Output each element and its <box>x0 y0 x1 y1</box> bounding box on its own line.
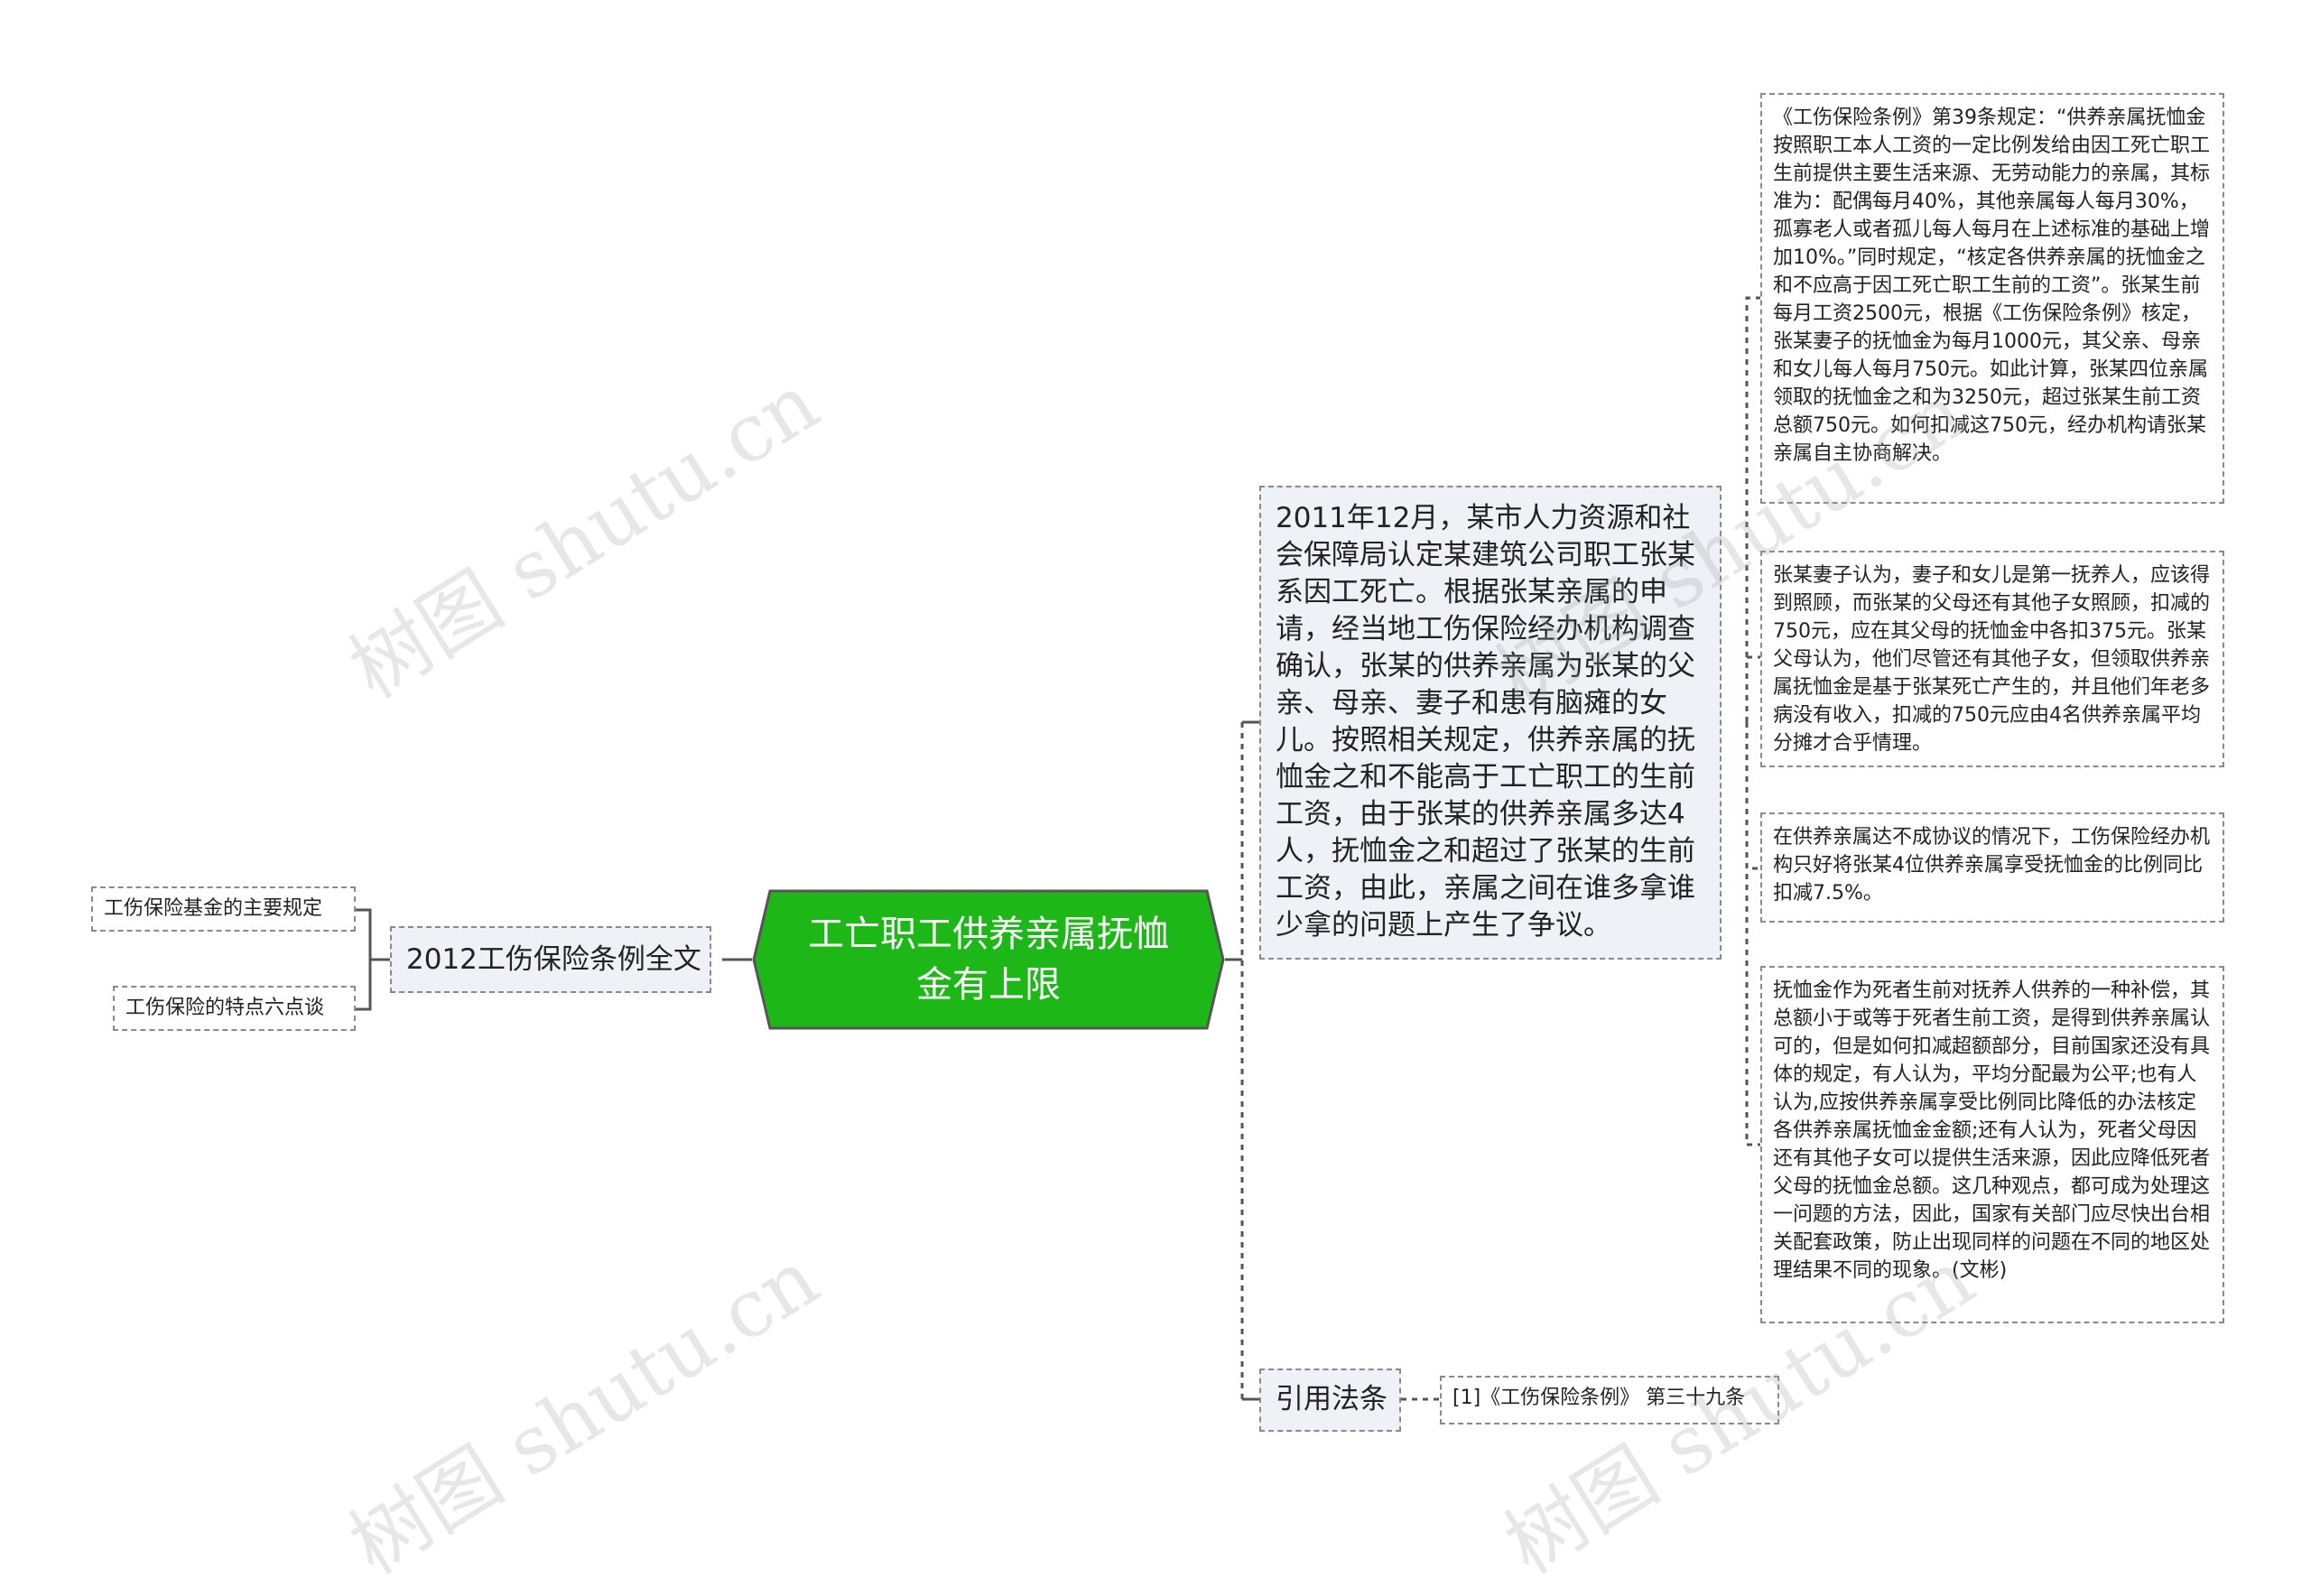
left-leaf-node[interactable]: 工伤保险的特点六点谈 <box>113 986 356 1031</box>
detail-leaf-text: 抚恤金作为死者生前对抚养人供养的一种补偿，其总额小于或等于死者生前工资，是得到供… <box>1773 979 2211 1282</box>
left-leaf-label: 工伤保险基金的主要规定 <box>104 897 323 920</box>
mind-map-canvas: 工亡职工供养亲属抚恤金有上限 2012工伤保险条例全文 工伤保险基金的主要规定 … <box>0 0 2311 1591</box>
main-branch-text: 2011年12月，某市人力资源和社会保障局认定某建筑公司职工张某系因工死亡。根据… <box>1276 502 1695 942</box>
connector-left-leaf-2 <box>356 960 372 1011</box>
connector-leaf-2 <box>1745 655 1760 722</box>
connector-leaf-3 <box>1745 722 1760 870</box>
detail-leaf-node[interactable]: 张某妻子认为，妻子和女儿是第一抚养人，应该得到照顾，而张某的父母还有其他子女照顾… <box>1760 551 2224 767</box>
detail-leaf-node[interactable]: 抚恤金作为死者生前对抚养人供养的一种补偿，其总额小于或等于死者生前工资，是得到供… <box>1760 966 2224 1323</box>
left-leaf-label: 工伤保险的特点六点谈 <box>125 997 325 1019</box>
detail-leaf-node[interactable]: 《工伤保险条例》第39条规定：“供养亲属抚恤金按照职工本人工资的一定比例发给由因… <box>1760 93 2224 504</box>
detail-leaf-text: 在供养亲属达不成协议的情况下，工伤保险经办机构只好将张某4位供养亲属享受抚恤金的… <box>1773 826 2211 905</box>
left-branch-node[interactable]: 2012工伤保险条例全文 <box>390 926 711 993</box>
law-leaf-node[interactable]: [1]《工伤保险条例》 第三十九条 <box>1440 1376 1779 1424</box>
connector-leaf-4 <box>1745 722 1760 1146</box>
left-leaf-node[interactable]: 工伤保险基金的主要规定 <box>91 886 356 932</box>
detail-leaf-node[interactable]: 在供养亲属达不成协议的情况下，工伤保险经办机构只好将张某4位供养亲属享受抚恤金的… <box>1760 812 2224 923</box>
center-node[interactable]: 工亡职工供养亲属抚恤金有上限 <box>752 889 1225 1030</box>
detail-leaf-text: 张某妻子认为，妻子和女儿是第一抚养人，应该得到照顾，而张某的父母还有其他子女照顾… <box>1773 564 2211 755</box>
law-leaf-label: [1]《工伤保险条例》 第三十九条 <box>1452 1387 1746 1409</box>
law-branch-label: 引用法条 <box>1276 1383 1388 1415</box>
connector-left-leaf-1 <box>356 908 390 961</box>
law-branch-node[interactable]: 引用法条 <box>1259 1369 1401 1432</box>
main-branch-node[interactable]: 2011年12月，某市人力资源和社会保障局认定某建筑公司职工张某系因工死亡。根据… <box>1259 486 1722 960</box>
detail-leaf-text: 《工伤保险条例》第39条规定：“供养亲属抚恤金按照职工本人工资的一定比例发给由因… <box>1773 107 2211 465</box>
center-node-label: 工亡职工供养亲属抚恤金有上限 <box>808 914 1169 1006</box>
left-branch-title: 2012工伤保险条例全文 <box>406 943 701 976</box>
